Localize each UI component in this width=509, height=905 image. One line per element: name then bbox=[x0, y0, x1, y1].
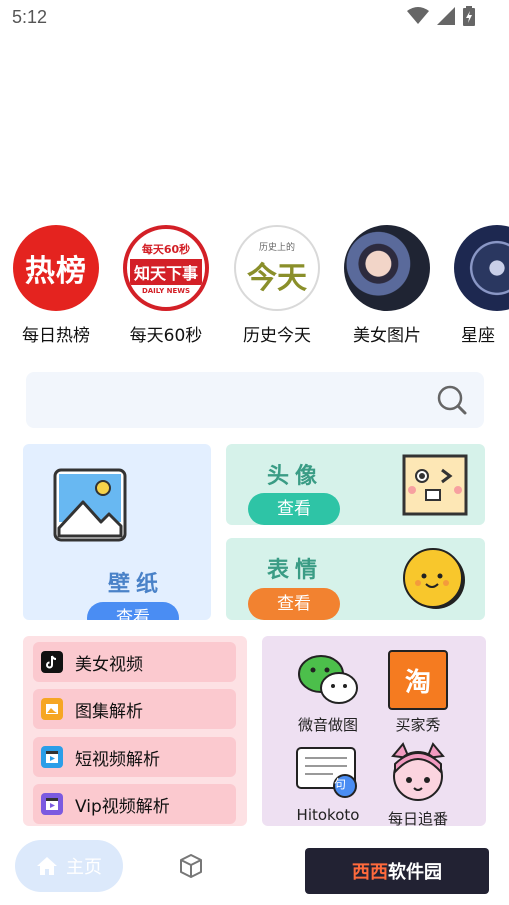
shortcut-label: 星座 bbox=[461, 326, 495, 345]
battery-icon bbox=[463, 6, 475, 26]
wifi-icon bbox=[407, 7, 429, 24]
video-item-label: 美女视频 bbox=[75, 654, 143, 675]
search-bar bbox=[26, 372, 484, 430]
wallpaper-card[interactable]: 壁纸 查看 bbox=[23, 444, 211, 620]
smiley-face-icon bbox=[403, 548, 465, 609]
shortcut-label: 美女图片 bbox=[353, 326, 421, 345]
video-item-label: 短视频解析 bbox=[75, 749, 160, 770]
shortcut-label: 每天60秒 bbox=[129, 326, 203, 345]
app-label: Hitokoto bbox=[296, 806, 360, 824]
app-daily-anime[interactable]: 每日追番 bbox=[378, 742, 458, 826]
shortcut-beauty-pictures[interactable]: 美女图片 bbox=[337, 225, 437, 345]
emoji-title: 表情 bbox=[267, 558, 324, 583]
nav-home-label: 主页 bbox=[66, 857, 102, 878]
home-icon bbox=[37, 857, 57, 875]
app-hitokoto[interactable]: 句 Hitokoto bbox=[288, 742, 368, 824]
shortcut-label: 历史今天 bbox=[243, 326, 311, 345]
app-buyer-show[interactable]: 淘 买家秀 bbox=[378, 650, 458, 735]
video-list-panel: 美女视频 图集解析 短视频解析 Vip视频解析 bbox=[23, 636, 247, 826]
video-item-gallery-parse[interactable]: 图集解析 bbox=[33, 689, 236, 729]
app-wechat-photo[interactable]: 微音做图 bbox=[288, 650, 368, 735]
status-time: 5:12 bbox=[12, 7, 48, 27]
cube-icon[interactable] bbox=[178, 853, 204, 879]
app-label: 每日追番 bbox=[387, 810, 448, 826]
shortcut-constellation[interactable]: 星座 bbox=[447, 225, 509, 345]
landscape-picture-icon bbox=[53, 468, 127, 542]
anime-girl-icon bbox=[391, 742, 445, 801]
tiktok-icon bbox=[41, 651, 63, 673]
app-label: 买家秀 bbox=[395, 716, 441, 734]
status-bar: 5:12 bbox=[0, 0, 509, 34]
shortcut-label: 每日热榜 bbox=[22, 326, 90, 345]
clapper-icon bbox=[41, 793, 63, 815]
shortcut-daily-60s[interactable]: 每天60秒 知天下事 DAILY NEWS 每天60秒 bbox=[116, 225, 216, 345]
search-input[interactable] bbox=[40, 372, 434, 430]
daily-news-icon: 每天60秒 知天下事 DAILY NEWS bbox=[123, 225, 209, 311]
shortcut-hot-list[interactable]: 热榜 每日热榜 bbox=[6, 225, 106, 345]
beauty-portrait-icon bbox=[344, 225, 430, 311]
avatar-card[interactable]: 头像 查看 bbox=[226, 444, 485, 525]
video-item-vip-video-parse[interactable]: Vip视频解析 bbox=[33, 784, 236, 824]
shortcut-row: 热榜 每日热榜 每天60秒 知天下事 DAILY NEWS 每天60秒 历史上的… bbox=[0, 225, 509, 345]
video-item-label: 图集解析 bbox=[75, 701, 143, 722]
nav-home-tab[interactable]: 主页 bbox=[15, 840, 123, 892]
zodiac-icon bbox=[454, 225, 509, 311]
status-icons bbox=[407, 6, 475, 26]
history-today-icon: 历史上的 今天 bbox=[234, 225, 320, 311]
search-icon[interactable] bbox=[436, 384, 468, 416]
square-face-icon bbox=[402, 454, 468, 516]
wechat-icon bbox=[298, 655, 358, 704]
taobao-icon: 淘 bbox=[388, 650, 448, 710]
clapper-icon bbox=[41, 746, 63, 768]
emoji-view-button[interactable]: 查看 bbox=[248, 588, 340, 620]
quote-icon bbox=[296, 747, 357, 798]
emoji-card[interactable]: 表情 查看 bbox=[226, 538, 485, 620]
video-item-beauty-video[interactable]: 美女视频 bbox=[33, 642, 236, 682]
app-label: 微音做图 bbox=[297, 716, 358, 734]
avatar-title: 头像 bbox=[267, 464, 324, 489]
signal-icon bbox=[437, 7, 455, 25]
video-item-short-video-parse[interactable]: 短视频解析 bbox=[33, 737, 236, 777]
avatar-view-button[interactable]: 查看 bbox=[248, 493, 340, 525]
wallpaper-title: 壁纸 bbox=[108, 572, 165, 597]
wallpaper-view-button[interactable]: 查看 bbox=[87, 602, 179, 620]
hot-list-icon: 热榜 bbox=[13, 225, 99, 311]
image-icon bbox=[41, 698, 63, 720]
shortcut-history-today[interactable]: 历史上的 今天 历史今天 bbox=[227, 225, 327, 345]
watermark-logo: 西西 软件园 bbox=[305, 848, 489, 894]
bottom-navigation: 主页 西西 软件园 bbox=[0, 833, 509, 905]
apps-grid-panel: 微音做图 淘 买家秀 句 Hitokoto 每日追番 bbox=[262, 636, 486, 826]
video-item-label: Vip视频解析 bbox=[75, 796, 170, 817]
